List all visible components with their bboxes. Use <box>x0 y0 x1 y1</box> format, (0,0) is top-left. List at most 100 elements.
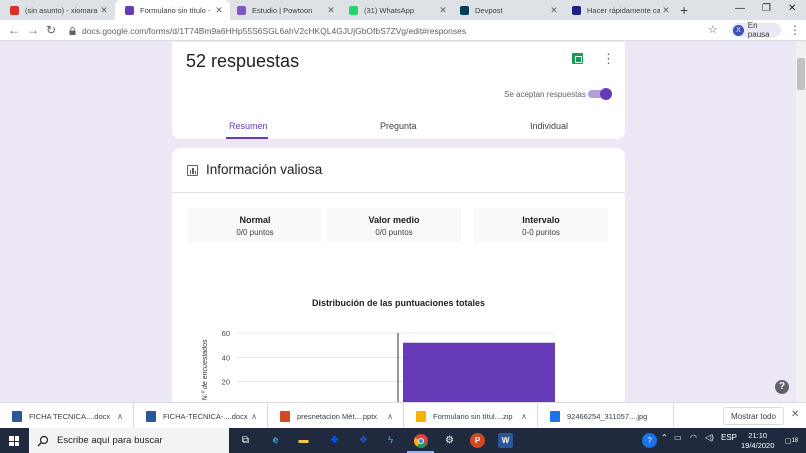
close-tab-icon[interactable]: ✕ <box>213 5 225 16</box>
chevron-up-icon[interactable]: ∧ <box>387 412 393 421</box>
battery-icon[interactable]: ▭ <box>674 433 682 442</box>
tab-title: (sin asunto) - xiomarap <box>25 5 98 15</box>
y-tick-label: 60 <box>222 329 230 338</box>
notification-count: 18 <box>791 437 799 444</box>
chevron-up-icon[interactable]: ∧ <box>251 412 257 421</box>
download-name: presnetacion Mét....pptx <box>297 411 378 421</box>
show-all-downloads-button[interactable]: Mostrar todo <box>723 407 784 425</box>
score-distribution-chart: 02040600Puntuación obtenidaN.º de encues… <box>202 329 555 402</box>
url-text: docs.google.com/forms/d/1T74Bm9a6HHp55S6… <box>82 25 467 36</box>
word-icon <box>12 410 22 422</box>
address-bar: ← → ↻ docs.google.com/forms/d/1T74Bm9a6H… <box>0 20 806 41</box>
image-icon <box>550 410 560 422</box>
taskbar-search-box[interactable]: Escribe aquí para buscar <box>29 428 229 453</box>
close-tab-icon[interactable]: ✕ <box>325 5 337 16</box>
back-icon[interactable]: ← <box>8 23 20 37</box>
chevron-up-icon[interactable]: ⌃ <box>661 433 668 442</box>
dropbox-icon[interactable]: ❖ <box>327 433 342 448</box>
taskbar-clock[interactable]: 21:10 19/4/2020 <box>741 431 774 451</box>
close-tab-icon[interactable]: ✕ <box>548 5 560 16</box>
bookmark-star-icon[interactable]: ☆ <box>708 23 718 36</box>
close-downloads-icon[interactable]: ✕ <box>791 409 799 420</box>
word-icon[interactable]: W <box>498 433 513 448</box>
file-explorer-icon[interactable]: ▬ <box>296 433 311 448</box>
tab-resumen[interactable]: Resumen <box>229 121 268 131</box>
download-item[interactable]: Formulario sin títul....zip ∧ <box>404 403 538 429</box>
profile-status: En pausa <box>747 21 770 39</box>
chrome-icon[interactable] <box>407 433 434 453</box>
reload-icon[interactable]: ↻ <box>46 23 56 37</box>
browser-tab[interactable]: Estudio | Powtoon ✕ <box>227 0 342 20</box>
forward-icon[interactable]: → <box>27 23 39 37</box>
page-scrollbar[interactable] <box>796 42 806 402</box>
whatsapp-icon <box>349 5 358 15</box>
response-count: 52 respuestas <box>186 51 300 71</box>
page-viewport: 52 respuestas ⋮ Se aceptan respuestas Re… <box>0 42 796 402</box>
sheets-icon[interactable] <box>572 53 583 64</box>
restore-icon[interactable]: ❐ <box>762 3 771 14</box>
accepting-responses-toggle[interactable] <box>588 88 612 100</box>
help-tray-icon[interactable]: ? <box>642 433 657 448</box>
windows-start-icon[interactable] <box>9 436 19 446</box>
chart-bar <box>403 342 555 402</box>
browser-tab[interactable]: Devpost ✕ <box>450 0 565 20</box>
download-item[interactable]: FICHA-TECNICA-....docx ∧ <box>134 403 268 429</box>
minimize-icon[interactable]: — <box>735 3 745 14</box>
word-icon <box>146 410 156 422</box>
help-icon[interactable]: ? <box>775 380 789 394</box>
dropbox-alt-icon[interactable]: ❖ <box>356 433 371 448</box>
browser-tab[interactable]: (sin asunto) - xiomarap ✕ <box>0 0 115 20</box>
browser-tab[interactable]: (31) WhatsApp ✕ <box>339 0 454 20</box>
y-axis-label: N.º de encuestados <box>202 339 209 400</box>
download-name: FICHA TECNICA....docx <box>29 411 111 421</box>
settings-icon[interactable]: ⚙ <box>442 433 457 448</box>
edge-icon[interactable]: e <box>268 433 283 448</box>
active-tab-indicator <box>226 137 268 139</box>
profile-button[interactable]: X En pausa <box>731 21 781 39</box>
close-tab-icon[interactable]: ✕ <box>437 5 449 16</box>
powerpoint-icon[interactable]: P <box>470 433 485 448</box>
responses-header-card: 52 respuestas ⋮ Se aceptan respuestas Re… <box>172 42 625 139</box>
wifi-icon[interactable]: ◠ <box>690 433 697 442</box>
notifications-icon[interactable]: ▢ 18 <box>784 433 799 448</box>
more-options-icon[interactable]: ⋮ <box>602 51 615 67</box>
forms-icon <box>125 5 134 15</box>
accepting-responses-label: Se aceptan respuestas <box>504 90 586 99</box>
avatar: X <box>733 24 744 36</box>
tab-title: Devpost <box>475 5 503 15</box>
browser-tab[interactable]: Formulario sin título - F ✕ <box>115 0 230 20</box>
chevron-up-icon[interactable]: ∧ <box>521 412 527 421</box>
devpost-icon <box>460 5 469 15</box>
browser-tab[interactable]: Hacer rápidamente cap ✕ <box>562 0 677 20</box>
tab-title: Estudio | Powtoon <box>252 5 313 15</box>
browser-menu-icon[interactable]: ⋮ <box>789 23 801 37</box>
volume-icon[interactable]: ◁) <box>705 433 714 442</box>
y-tick-label: 40 <box>222 353 230 362</box>
powtoon-icon <box>237 5 246 15</box>
insights-card: Información valiosa Normal 0/0 puntos Va… <box>172 148 625 402</box>
clock-time: 21:10 <box>748 431 768 440</box>
task-view-icon[interactable]: ⧉ <box>238 433 253 448</box>
scrollbar-thumb[interactable] <box>797 58 805 90</box>
response-tabs: Resumen Pregunta Individual <box>172 117 625 139</box>
download-name: FICHA-TECNICA-....docx <box>163 411 248 421</box>
chevron-up-icon[interactable]: ∧ <box>117 412 123 421</box>
download-name: Formulario sin títul....zip <box>433 411 513 421</box>
download-item[interactable]: FICHA TECNICA....docx ∧ <box>0 403 134 429</box>
search-placeholder: Escribe aquí para buscar <box>57 435 163 446</box>
download-item[interactable]: 92466254_311057....jpg <box>538 403 674 429</box>
new-tab-button[interactable]: + <box>680 2 688 18</box>
tab-individual[interactable]: Individual <box>530 121 568 131</box>
downloads-bar: FICHA TECNICA....docx ∧ FICHA-TECNICA-....… <box>0 402 806 429</box>
clock-date: 19/4/2020 <box>741 441 775 450</box>
url-field[interactable]: docs.google.com/forms/d/1T74Bm9a6HHp55S6… <box>63 22 698 39</box>
language-indicator[interactable]: ESP <box>721 433 737 442</box>
close-window-icon[interactable]: ✕ <box>788 3 796 14</box>
download-item[interactable]: presnetacion Mét....pptx ∧ <box>268 403 404 429</box>
browser-tab-strip: (sin asunto) - xiomarap ✕ Formulario sin t… <box>0 0 806 20</box>
tab-pregunta[interactable]: Pregunta <box>380 121 417 131</box>
gmail-icon <box>10 5 19 15</box>
pen-app-icon[interactable]: ϟ <box>383 433 398 448</box>
close-tab-icon[interactable]: ✕ <box>98 5 110 16</box>
close-tab-icon[interactable]: ✕ <box>660 5 672 16</box>
